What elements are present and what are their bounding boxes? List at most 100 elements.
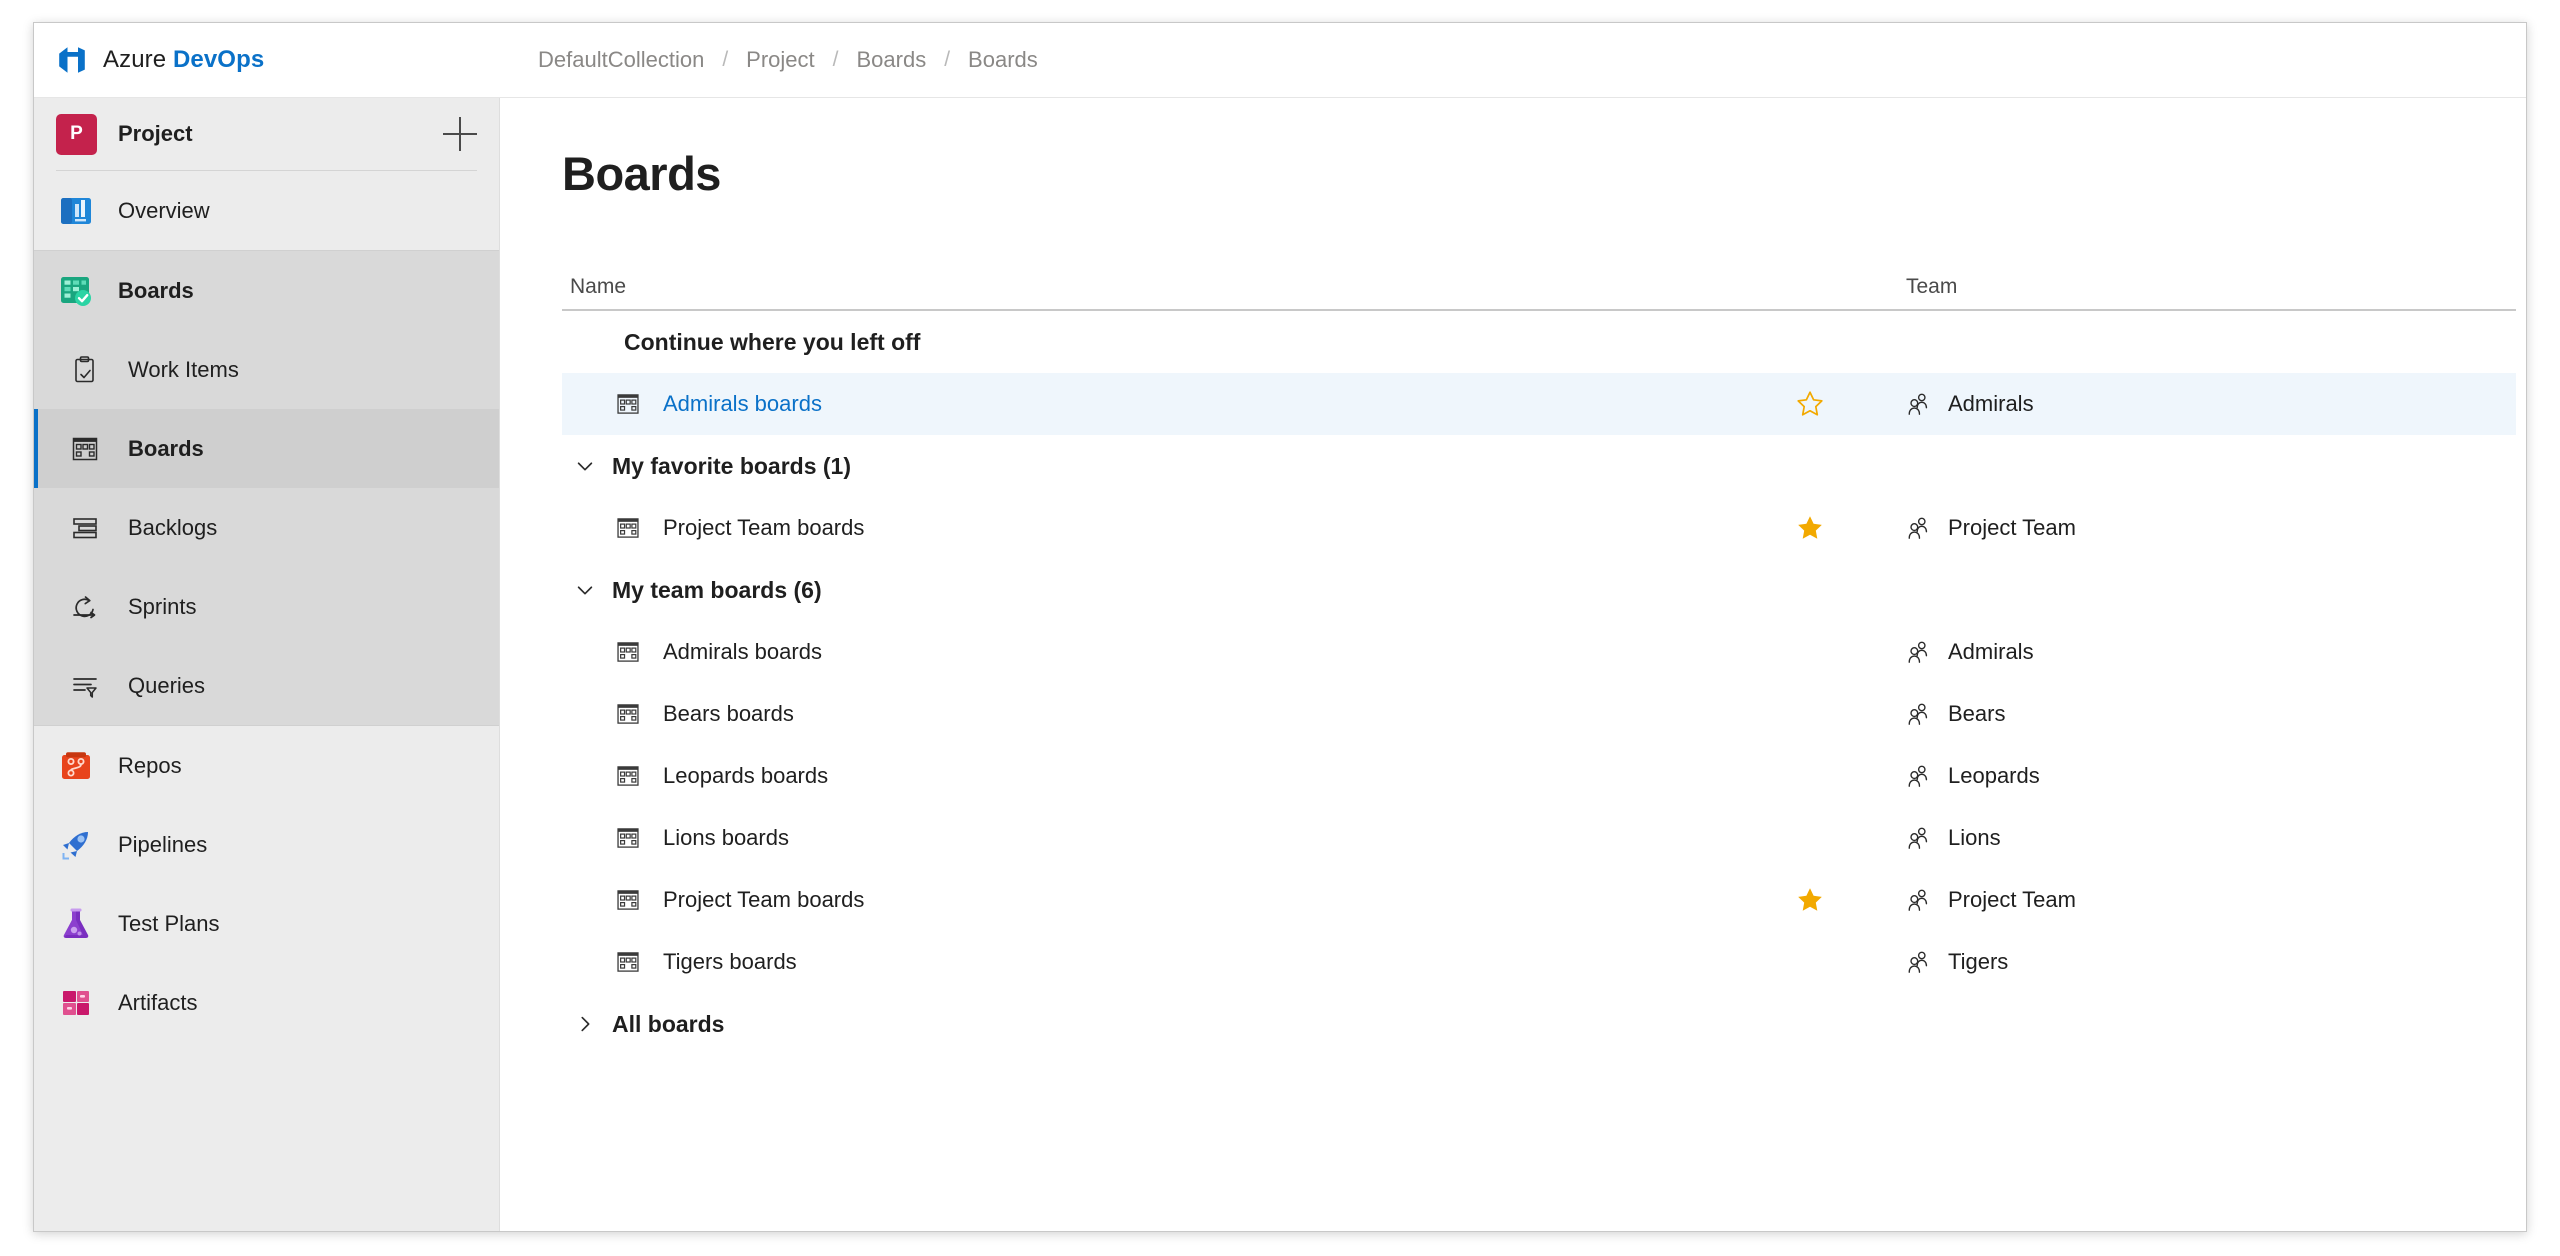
boards-suite-icon — [56, 271, 96, 311]
board-row[interactable]: Project Team boards Project Team — [562, 869, 2516, 931]
board-name-cell[interactable]: Project Team boards — [562, 887, 1756, 913]
sidebar-item-repos[interactable]: Repos — [34, 726, 499, 805]
board-name-link[interactable]: Leopards boards — [663, 763, 828, 789]
pipelines-icon — [56, 825, 96, 865]
section-header[interactable]: All boards — [562, 993, 2516, 1055]
breadcrumb-item-collection[interactable]: DefaultCollection — [530, 47, 712, 73]
chevron-down-icon[interactable] — [574, 455, 596, 477]
board-row[interactable]: Admirals boards Admirals — [562, 621, 2516, 683]
sidebar-item-boards-hub[interactable]: Boards — [34, 251, 499, 330]
board-row[interactable]: Admirals boards Admirals — [562, 373, 2516, 435]
sidebar-item-backlogs[interactable]: Backlogs — [34, 488, 499, 567]
work-items-icon — [68, 353, 102, 387]
favorite-placeholder — [1796, 639, 1822, 665]
sidebar-item-queries[interactable]: Queries — [34, 646, 499, 725]
favorite-cell[interactable] — [1756, 390, 1876, 418]
sidebar-item-artifacts[interactable]: Artifacts — [34, 963, 499, 1042]
board-row[interactable]: Lions boards Lions — [562, 807, 2516, 869]
team-cell: Lions — [1876, 825, 2516, 851]
sidebar-item-label: Test Plans — [118, 910, 220, 936]
board-row[interactable]: Project Team boards Project Team — [562, 497, 2516, 559]
board-name-link[interactable]: Admirals boards — [663, 391, 822, 417]
column-header-team: Team — [1906, 275, 1958, 298]
board-name-link[interactable]: Bears boards — [663, 701, 794, 727]
project-avatar[interactable]: P — [56, 113, 97, 155]
sidebar: P Project Overview Boards Work Items Boa… — [34, 98, 500, 1231]
people-icon — [1908, 827, 1928, 849]
board-name-cell[interactable]: Lions boards — [562, 825, 1756, 851]
favorite-placeholder — [1796, 701, 1822, 727]
sidebar-item-pipelines[interactable]: Pipelines — [34, 805, 499, 884]
chevron-down-icon[interactable] — [574, 579, 596, 601]
board-name-link[interactable]: Tigers boards — [663, 949, 797, 975]
section-header[interactable]: My team boards (6) — [562, 559, 2516, 621]
board-name-cell[interactable]: Tigers boards — [562, 949, 1756, 975]
sidebar-item-test-plans[interactable]: Test Plans — [34, 884, 499, 963]
board-row[interactable]: Tigers boards Tigers — [562, 931, 2516, 993]
board-name-cell[interactable]: Admirals boards — [562, 391, 1756, 417]
people-icon — [1908, 641, 1928, 663]
board-grid-icon — [617, 518, 639, 538]
board-name-link[interactable]: Admirals boards — [663, 639, 822, 665]
artifacts-icon — [56, 983, 96, 1023]
team-name: Lions — [1948, 825, 2001, 850]
top-bar: Azure DevOps DefaultCollection / Project… — [34, 23, 2526, 98]
board-name-link[interactable]: Project Team boards — [663, 515, 864, 541]
section-title: My team boards (6) — [612, 576, 822, 603]
sidebar-item-overview[interactable]: Overview — [34, 171, 499, 250]
favorite-cell[interactable] — [1756, 514, 1876, 542]
sidebar-item-label: Pipelines — [118, 831, 208, 857]
people-icon — [1908, 765, 1928, 787]
board-name-link[interactable]: Lions boards — [663, 825, 789, 851]
sidebar-item-label: Boards — [128, 435, 204, 461]
breadcrumb-item-project[interactable]: Project — [738, 47, 822, 73]
board-name-cell[interactable]: Leopards boards — [562, 763, 1756, 789]
favorite-cell[interactable] — [1756, 886, 1876, 914]
chevron-right-icon[interactable] — [574, 1013, 596, 1035]
board-row[interactable]: Bears boards Bears — [562, 683, 2516, 745]
chevron-down-icon[interactable] — [570, 575, 600, 605]
sidebar-item-boards[interactable]: Boards — [34, 409, 499, 488]
board-name-link[interactable]: Project Team boards — [663, 887, 864, 913]
boards-table: Name Team Continue where you left off Adm… — [562, 261, 2516, 1055]
brand-azure: Azure — [103, 46, 173, 73]
repos-icon — [56, 746, 96, 786]
section-title: Continue where you left off — [624, 328, 921, 355]
star-outline-icon[interactable] — [1796, 390, 1824, 418]
sidebar-item-sprints[interactable]: Sprints — [34, 567, 499, 646]
breadcrumb-item-boards[interactable]: Boards — [960, 47, 1046, 73]
board-grid-icon — [617, 704, 639, 724]
boards-table-body: Continue where you left off Admirals boar… — [562, 311, 2516, 1055]
favorite-cell — [1756, 825, 1876, 851]
team-name: Project Team — [1948, 515, 2076, 540]
main-content: Boards Name Team Continue where you left… — [500, 98, 2526, 1231]
queries-icon — [68, 669, 102, 703]
chevron-right-icon[interactable] — [570, 1009, 600, 1039]
board-row[interactable]: Leopards boards Leopards — [562, 745, 2516, 807]
section-header: Continue where you left off — [562, 311, 2516, 373]
sidebar-item-label: Boards — [118, 277, 194, 303]
favorite-cell — [1756, 763, 1876, 789]
sprints-icon — [68, 590, 102, 624]
section-header[interactable]: My favorite boards (1) — [562, 435, 2516, 497]
project-name[interactable]: Project — [118, 121, 443, 147]
star-filled-icon[interactable] — [1796, 886, 1824, 914]
breadcrumb-separator: / — [832, 48, 839, 71]
sidebar-item-label: Overview — [118, 197, 210, 223]
section-title: My favorite boards (1) — [612, 452, 851, 479]
star-filled-icon[interactable] — [1796, 514, 1824, 542]
chevron-down-icon[interactable] — [570, 451, 600, 481]
board-grid-icon — [617, 890, 639, 910]
plus-icon[interactable] — [443, 117, 477, 151]
breadcrumb-item-boards-hub[interactable]: Boards — [848, 47, 934, 73]
team-name: Leopards — [1948, 763, 2040, 788]
app-window: Azure DevOps DefaultCollection / Project… — [33, 22, 2527, 1232]
sidebar-item-work-items[interactable]: Work Items — [34, 330, 499, 409]
board-name-cell[interactable]: Admirals boards — [562, 639, 1756, 665]
brand[interactable]: Azure DevOps — [56, 44, 522, 76]
board-grid-icon — [617, 394, 639, 414]
board-name-cell[interactable]: Project Team boards — [562, 515, 1756, 541]
breadcrumb-separator: / — [722, 48, 729, 71]
board-name-cell[interactable]: Bears boards — [562, 701, 1756, 727]
board-grid-icon — [617, 828, 639, 848]
